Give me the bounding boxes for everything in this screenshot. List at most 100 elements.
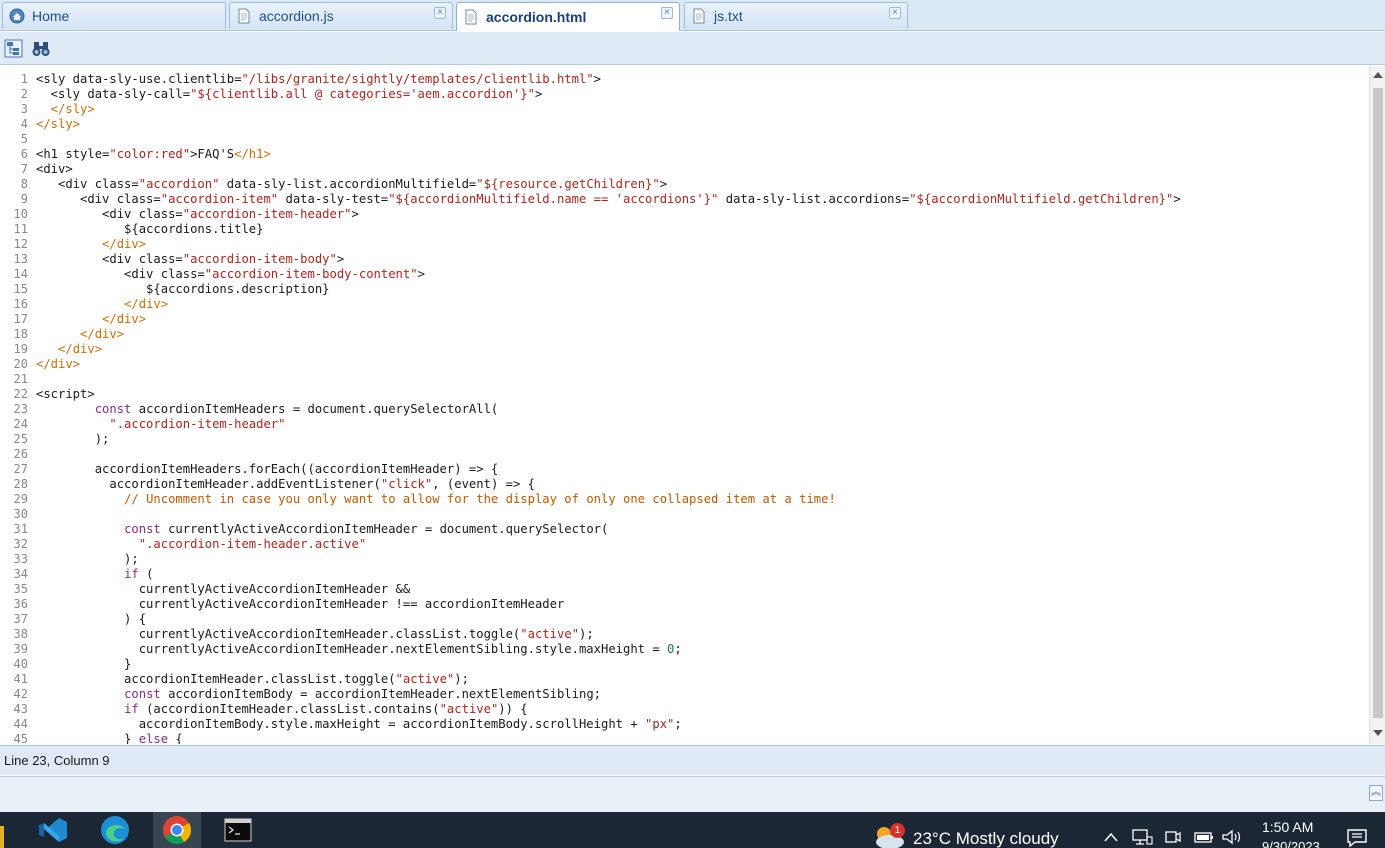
chrome-browser-icon[interactable] bbox=[153, 812, 201, 848]
code-line[interactable]: // Uncomment in case you only want to al… bbox=[36, 492, 1369, 507]
code-line[interactable]: accordionItemBody.style.maxHeight = acco… bbox=[36, 717, 1369, 732]
code-line[interactable]: </div> bbox=[36, 237, 1369, 252]
line-number: 4 bbox=[20, 117, 28, 131]
code-line[interactable]: </div> bbox=[36, 357, 1369, 372]
line-number: 15 bbox=[13, 282, 28, 296]
tab-js-txt[interactable]: js.txt × bbox=[684, 2, 908, 29]
scroll-up-icon[interactable] bbox=[1373, 72, 1383, 78]
home-icon bbox=[9, 8, 25, 24]
hierarchy-icon[interactable] bbox=[4, 39, 24, 59]
code-line[interactable]: ".accordion-item-header.active" bbox=[36, 537, 1369, 552]
code-line[interactable]: ); bbox=[36, 432, 1369, 447]
chevron-up-icon[interactable] bbox=[1103, 828, 1119, 846]
tab-home[interactable]: Home bbox=[2, 2, 226, 29]
line-number: 26 bbox=[13, 447, 28, 461]
line-number: 29 bbox=[13, 492, 28, 506]
code-line[interactable] bbox=[36, 132, 1369, 147]
battery-icon[interactable] bbox=[1193, 828, 1215, 846]
scroll-down-icon[interactable] bbox=[1373, 730, 1383, 736]
close-tab-icon[interactable]: × bbox=[889, 7, 901, 19]
code-line[interactable]: currentlyActiveAccordionItemHeader !== a… bbox=[36, 597, 1369, 612]
code-line[interactable]: <div class="accordion-item-body-content"… bbox=[36, 267, 1369, 282]
line-number: 44 bbox=[13, 717, 28, 731]
code-line[interactable]: </div> bbox=[36, 342, 1369, 357]
line-number: 28 bbox=[13, 477, 28, 491]
code-line[interactable]: } bbox=[36, 657, 1369, 672]
volume-icon[interactable] bbox=[1221, 828, 1243, 846]
expand-panel-icon[interactable]: ︽ bbox=[1369, 785, 1383, 801]
code-editor[interactable]: 1 2 3 4 5 6 7 8 9 10 11 12 13 14 15 16 17 18 19 20 21 22 23 24 2… bbox=[0, 66, 1385, 744]
notification-icon[interactable] bbox=[1346, 828, 1372, 848]
code-line[interactable]: <div> bbox=[36, 162, 1369, 177]
code-line[interactable]: const accordionItemBody = accordionItemH… bbox=[36, 687, 1369, 702]
code-line[interactable]: <sly data-sly-use.clientlib="/libs/grani… bbox=[36, 72, 1369, 87]
code-line[interactable]: </div> bbox=[36, 327, 1369, 342]
code-line[interactable] bbox=[36, 372, 1369, 387]
line-number: 25 bbox=[13, 432, 28, 446]
code-line[interactable]: currentlyActiveAccordionItemHeader.nextE… bbox=[36, 642, 1369, 657]
line-number: 19 bbox=[13, 342, 28, 356]
line-number: 30 bbox=[13, 507, 28, 521]
edge-browser-icon[interactable] bbox=[91, 812, 139, 848]
code-line[interactable]: accordionItemHeader.classList.toggle("ac… bbox=[36, 672, 1369, 687]
code-line[interactable]: ".accordion-item-header" bbox=[36, 417, 1369, 432]
code-line[interactable]: ); bbox=[36, 552, 1369, 567]
code-line[interactable]: </div> bbox=[36, 297, 1369, 312]
code-line[interactable]: const accordionItemHeaders = document.qu… bbox=[36, 402, 1369, 417]
line-number: 16 bbox=[13, 297, 28, 311]
code-line[interactable]: } else { bbox=[36, 732, 1369, 744]
line-number: 36 bbox=[13, 597, 28, 611]
line-number: 43 bbox=[13, 702, 28, 716]
code-line[interactable]: currentlyActiveAccordionItemHeader && bbox=[36, 582, 1369, 597]
scrollbar-thumb[interactable] bbox=[1373, 88, 1383, 718]
code-line[interactable]: <div class="accordion-item" data-sly-tes… bbox=[36, 192, 1369, 207]
code-line[interactable]: <div class="accordion" data-sly-list.acc… bbox=[36, 177, 1369, 192]
close-tab-icon[interactable]: × bbox=[434, 7, 446, 19]
line-number: 1 bbox=[20, 72, 28, 86]
weather-badge: 1 bbox=[890, 823, 905, 838]
code-line[interactable]: <div class="accordion-item-body"> bbox=[36, 252, 1369, 267]
code-line[interactable]: accordionItemHeaders.forEach((accordionI… bbox=[36, 462, 1369, 477]
code-line[interactable]: <sly data-sly-call="${clientlib.all @ ca… bbox=[36, 87, 1369, 102]
bottom-panel: ︽ bbox=[0, 776, 1385, 812]
line-number: 9 bbox=[20, 192, 28, 206]
code-line[interactable] bbox=[36, 507, 1369, 522]
code-line[interactable]: <script> bbox=[36, 387, 1369, 402]
code-line[interactable]: </sly> bbox=[36, 117, 1369, 132]
document-icon bbox=[465, 9, 477, 25]
code-line[interactable] bbox=[36, 447, 1369, 462]
line-number: 11 bbox=[13, 222, 28, 236]
line-number-gutter: 1 2 3 4 5 6 7 8 9 10 11 12 13 14 15 16 17 18 19 20 21 22 23 24 2… bbox=[0, 72, 28, 744]
vertical-scrollbar[interactable] bbox=[1369, 66, 1385, 744]
binoculars-find-icon[interactable] bbox=[31, 39, 51, 59]
clock-date[interactable]: 9/30/2023 bbox=[1262, 839, 1320, 848]
code-line[interactable]: </sly> bbox=[36, 102, 1369, 117]
line-number: 31 bbox=[13, 522, 28, 536]
line-number: 20 bbox=[13, 357, 28, 371]
code-line[interactable]: if (accordionItemHeader.classList.contai… bbox=[36, 702, 1369, 717]
code-line[interactable]: <h1 style="color:red">FAQ'S</h1> bbox=[36, 147, 1369, 162]
code-line[interactable]: const currentlyActiveAccordionItemHeader… bbox=[36, 522, 1369, 537]
line-number: 5 bbox=[20, 132, 28, 146]
line-number: 22 bbox=[13, 387, 28, 401]
code-line[interactable]: currentlyActiveAccordionItemHeader.class… bbox=[36, 627, 1369, 642]
vscode-icon[interactable] bbox=[29, 812, 77, 848]
clock-time[interactable]: 1:50 AM bbox=[1262, 819, 1313, 835]
tab-accordion-js[interactable]: accordion.js × bbox=[229, 2, 453, 29]
network-icon[interactable] bbox=[1131, 828, 1153, 846]
code-line[interactable]: ${accordions.description} bbox=[36, 282, 1369, 297]
code-line[interactable]: if ( bbox=[36, 567, 1369, 582]
tab-accordion-html[interactable]: accordion.html × bbox=[456, 2, 680, 31]
code-line[interactable]: <div class="accordion-item-header"> bbox=[36, 207, 1369, 222]
code-line[interactable]: ${accordions.title} bbox=[36, 222, 1369, 237]
close-tab-icon[interactable]: × bbox=[661, 7, 673, 19]
code-line[interactable]: accordionItemHeader.addEventListener("cl… bbox=[36, 477, 1369, 492]
camera-icon[interactable] bbox=[1164, 828, 1182, 846]
terminal-icon[interactable] bbox=[214, 812, 262, 848]
line-number: 8 bbox=[20, 177, 28, 191]
weather-text[interactable]: 23°C Mostly cloudy bbox=[913, 829, 1059, 848]
code-area[interactable]: <sly data-sly-use.clientlib="/libs/grani… bbox=[36, 72, 1369, 744]
code-line[interactable]: </div> bbox=[36, 312, 1369, 327]
tab-label: accordion.js bbox=[259, 8, 334, 24]
code-line[interactable]: ) { bbox=[36, 612, 1369, 627]
